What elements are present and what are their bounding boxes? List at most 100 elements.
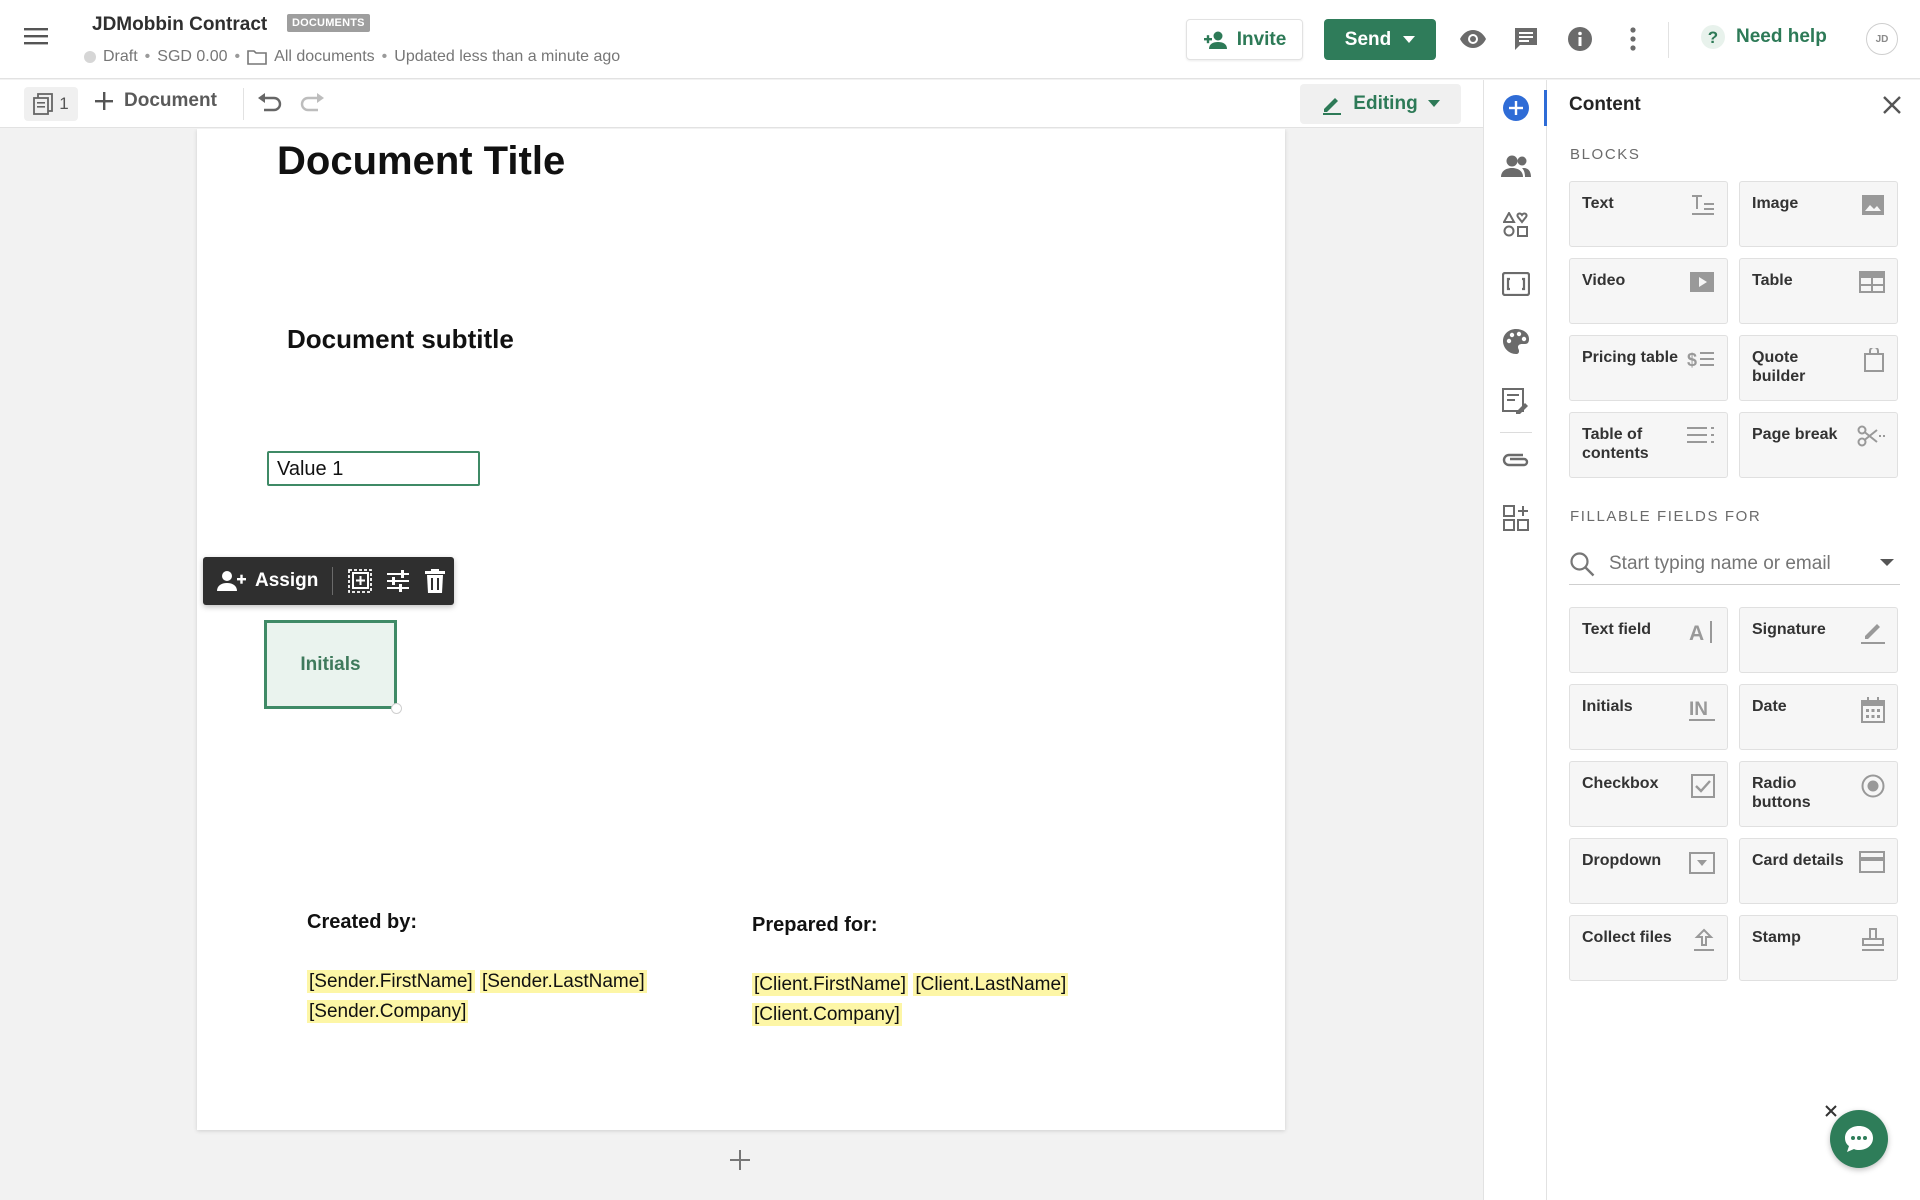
- invite-label: Invite: [1236, 28, 1287, 50]
- pages-button[interactable]: 1: [24, 87, 78, 121]
- client-firstname-token[interactable]: [Client.FirstName]: [752, 973, 909, 996]
- client-lastname-token[interactable]: [Client.LastName]: [913, 973, 1069, 996]
- app-header: JDMobbin Contract DOCUMENTS Draft • SGD …: [0, 0, 1920, 79]
- block-tile-text[interactable]: Text: [1569, 181, 1728, 247]
- field-tile-label: Signature: [1752, 621, 1826, 638]
- field-tile-dropdown[interactable]: Dropdown: [1569, 838, 1728, 904]
- block-tile-pricing-table[interactable]: Pricing table $: [1569, 335, 1728, 401]
- meta-separator: •: [381, 48, 388, 65]
- embed-icon[interactable]: [1500, 268, 1532, 300]
- svg-text:IN: IN: [1689, 699, 1708, 720]
- chevron-down-icon: [1403, 35, 1416, 44]
- field-tile-label: Date: [1752, 698, 1787, 715]
- client-company-token[interactable]: [Client.Company]: [752, 1003, 902, 1026]
- redo-icon[interactable]: [300, 92, 326, 116]
- field-tile-stamp[interactable]: Stamp: [1739, 915, 1898, 981]
- text-field-icon: A: [1689, 620, 1715, 644]
- rail-divider: [1500, 432, 1532, 433]
- document-type-badge: DOCUMENTS: [287, 14, 370, 32]
- field-tile-radio-buttons[interactable]: Radio buttons: [1739, 761, 1898, 827]
- field-tile-label: Collect files: [1582, 929, 1672, 946]
- document-subtitle[interactable]: Document subtitle: [287, 324, 514, 355]
- document-title[interactable]: Document Title: [277, 139, 565, 184]
- chat-close-icon[interactable]: [1824, 1104, 1838, 1118]
- help-button[interactable]: ? Need help: [1700, 24, 1827, 50]
- pricing-table-icon: $: [1687, 348, 1715, 370]
- field-tile-card-details[interactable]: Card details: [1739, 838, 1898, 904]
- folder-link[interactable]: All documents: [274, 48, 375, 66]
- video-icon: [1689, 271, 1715, 293]
- invite-button[interactable]: Invite: [1186, 19, 1303, 60]
- field-tile-signature[interactable]: Signature: [1739, 607, 1898, 673]
- blocks-section-label: BLOCKS: [1570, 146, 1641, 163]
- add-document-button[interactable]: Document: [94, 90, 217, 112]
- undo-icon[interactable]: [256, 92, 282, 116]
- field-tile-initials[interactable]: Initials IN: [1569, 684, 1728, 750]
- block-tile-image[interactable]: Image: [1739, 181, 1898, 247]
- field-tile-checkbox[interactable]: Checkbox: [1569, 761, 1728, 827]
- info-icon[interactable]: [1565, 24, 1595, 54]
- add-content-icon[interactable]: [1500, 92, 1532, 124]
- chevron-down-icon[interactable]: [1880, 559, 1894, 567]
- block-tile-table-of-contents[interactable]: Table of contents: [1569, 412, 1728, 478]
- meta-separator: •: [234, 48, 241, 65]
- field-tile-label: Text field: [1582, 621, 1652, 638]
- integrations-icon[interactable]: [1500, 502, 1532, 534]
- text-block-icon: [1691, 194, 1715, 216]
- field-tile-label: Dropdown: [1582, 852, 1662, 869]
- sender-firstname-token[interactable]: [Sender.FirstName]: [307, 970, 475, 993]
- field-tile-collect-files[interactable]: Collect files: [1569, 915, 1728, 981]
- block-tile-video[interactable]: Video: [1569, 258, 1728, 324]
- close-icon[interactable]: [1881, 94, 1903, 116]
- sender-lastname-token[interactable]: [Sender.LastName]: [479, 970, 647, 993]
- send-button[interactable]: Send: [1324, 19, 1436, 60]
- resize-handle[interactable]: [391, 703, 402, 714]
- editing-mode-dropdown[interactable]: Editing: [1300, 84, 1461, 124]
- attachments-icon[interactable]: [1500, 444, 1532, 476]
- svg-text:A: A: [1689, 622, 1704, 644]
- status-text[interactable]: Draft: [103, 48, 138, 66]
- block-tile-table[interactable]: Table: [1739, 258, 1898, 324]
- block-tile-quote-builder[interactable]: Quote builder: [1739, 335, 1898, 401]
- recipients-icon[interactable]: [1500, 150, 1532, 182]
- field-tile-date[interactable]: Date: [1739, 684, 1898, 750]
- document-name[interactable]: JDMobbin Contract: [92, 14, 267, 36]
- theme-palette-icon[interactable]: [1500, 326, 1532, 358]
- recipient-search-input[interactable]: Start typing name or email: [1569, 543, 1900, 585]
- prepared-for-label: Prepared for:: [752, 914, 878, 936]
- delete-field-icon[interactable]: [416, 557, 454, 605]
- chevron-down-icon: [1427, 100, 1440, 108]
- add-document-label: Document: [124, 90, 217, 111]
- field-settings-icon[interactable]: [379, 557, 417, 605]
- sender-company-token[interactable]: [Sender.Company]: [307, 1000, 469, 1023]
- block-tile-label: Table of contents: [1582, 426, 1649, 462]
- amount-text: SGD 0.00: [157, 48, 228, 65]
- chat-support-button[interactable]: [1830, 1110, 1888, 1168]
- initials-icon: IN: [1689, 697, 1715, 721]
- avatar[interactable]: JD: [1866, 23, 1898, 55]
- send-label: Send: [1344, 28, 1392, 50]
- card-details-icon: [1859, 851, 1885, 873]
- pages-icon: [33, 93, 54, 115]
- add-page-plus-icon[interactable]: [728, 1148, 752, 1172]
- comments-icon[interactable]: [1511, 24, 1541, 54]
- text-field-value[interactable]: Value 1: [267, 451, 480, 486]
- page-count: 1: [59, 94, 69, 113]
- chat-icon: [1843, 1124, 1875, 1154]
- preview-eye-icon[interactable]: [1458, 24, 1488, 54]
- variables-icon[interactable]: [1500, 385, 1532, 417]
- svg-text:?: ?: [1708, 28, 1718, 47]
- assign-button[interactable]: Assign: [203, 557, 332, 605]
- design-elements-icon[interactable]: [1500, 209, 1532, 241]
- block-tile-page-break[interactable]: Page break: [1739, 412, 1898, 478]
- updated-text: Updated less than a minute ago: [394, 48, 621, 65]
- more-options-icon[interactable]: [1618, 24, 1648, 54]
- duplicate-field-icon[interactable]: [341, 557, 379, 605]
- editor-toolbar: 1 Document Editing: [0, 80, 1483, 128]
- folder-icon: [247, 49, 267, 65]
- menu-icon[interactable]: [24, 26, 56, 52]
- signature-icon: [1861, 620, 1885, 644]
- initials-field[interactable]: Initials: [264, 620, 397, 709]
- field-tile-text-field[interactable]: Text field A: [1569, 607, 1728, 673]
- document-page[interactable]: Document Title Document subtitle Value 1…: [197, 129, 1285, 1130]
